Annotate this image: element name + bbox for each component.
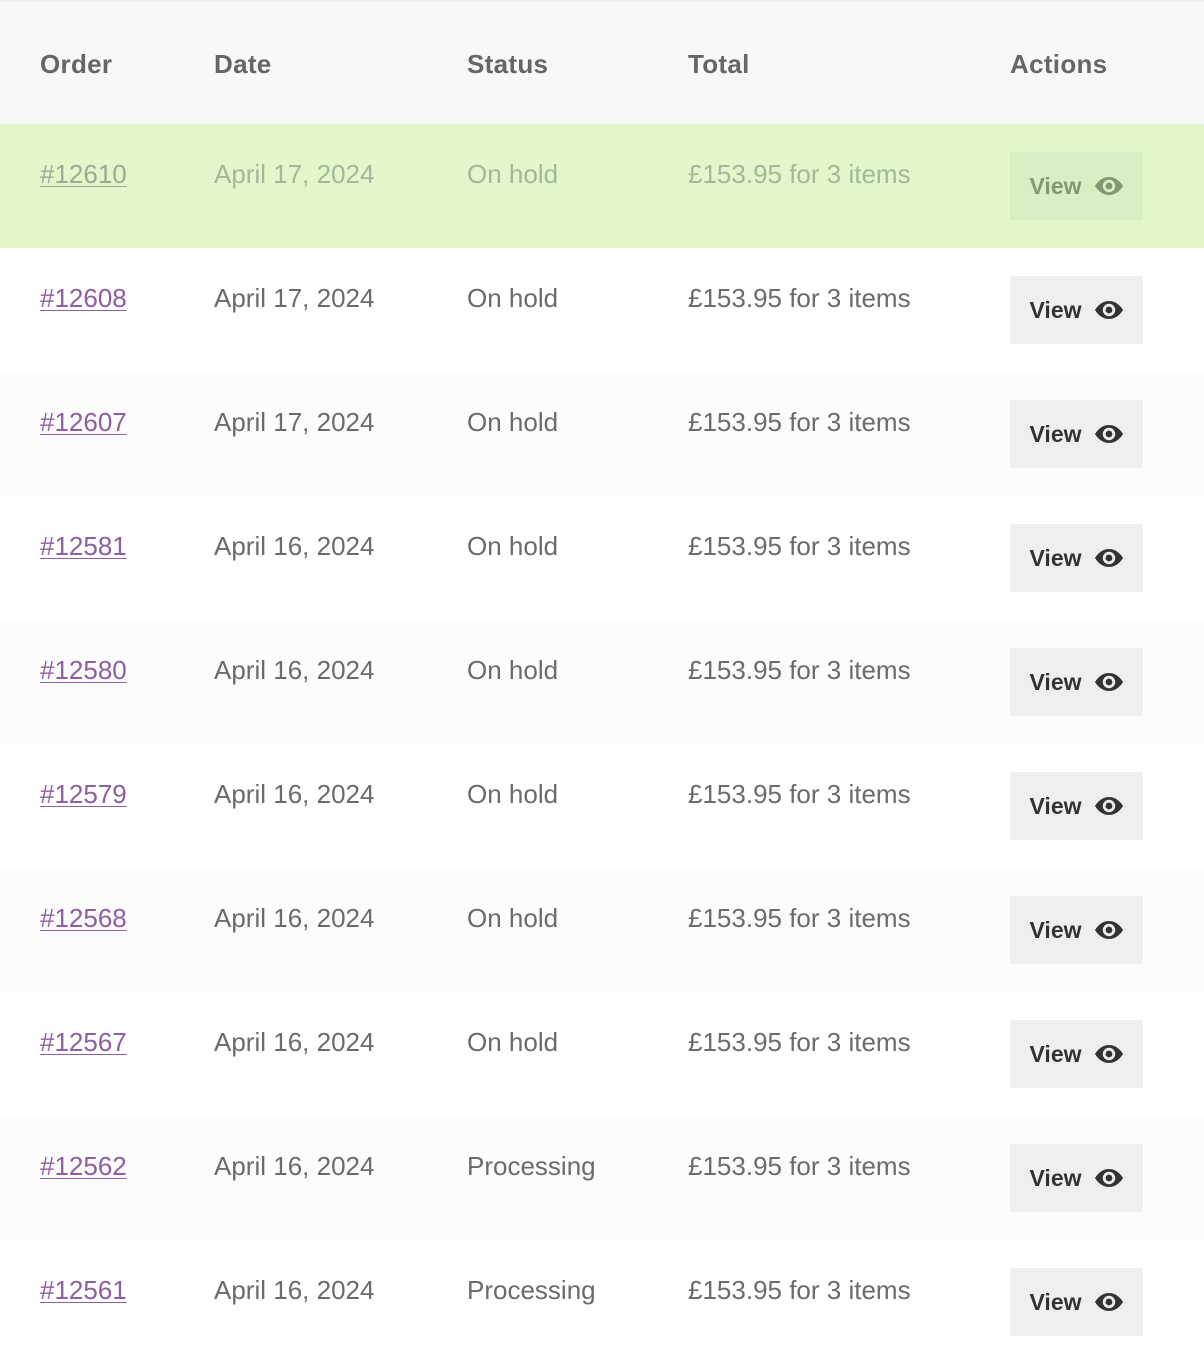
eye-icon bbox=[1094, 299, 1124, 321]
order-status: On hold bbox=[467, 283, 559, 313]
orders-table: Order Date Status Total Actions #12610 A… bbox=[0, 0, 1204, 1368]
order-total: £153.95 for 3 items bbox=[688, 407, 911, 437]
view-button-label: View bbox=[1029, 420, 1082, 447]
table-row: #12579 April 16, 2024 On hold £153.95 fo… bbox=[0, 744, 1204, 868]
header-status: Status bbox=[467, 49, 549, 79]
table-row: #12561 April 16, 2024 Processing £153.95… bbox=[0, 1240, 1204, 1364]
order-number-link[interactable]: #12568 bbox=[40, 903, 127, 934]
order-number-link[interactable]: #12608 bbox=[40, 283, 127, 314]
order-status: On hold bbox=[467, 779, 559, 809]
order-total: £153.95 for 3 items bbox=[688, 1027, 911, 1057]
header-order: Order bbox=[40, 49, 113, 79]
eye-icon bbox=[1094, 175, 1124, 197]
order-date: April 16, 2024 bbox=[214, 1151, 375, 1181]
view-button-label: View bbox=[1029, 792, 1082, 819]
order-date: April 16, 2024 bbox=[214, 1027, 375, 1057]
table-header: Order Date Status Total Actions bbox=[0, 0, 1204, 124]
table-row: #12607 April 17, 2024 On hold £153.95 fo… bbox=[0, 372, 1204, 496]
view-button-label: View bbox=[1029, 296, 1082, 323]
order-number-link[interactable]: #12561 bbox=[40, 1275, 127, 1306]
order-number-link[interactable]: #12581 bbox=[40, 531, 127, 562]
eye-icon bbox=[1094, 795, 1124, 817]
table-row: #12562 April 16, 2024 Processing £153.95… bbox=[0, 1116, 1204, 1240]
header-total: Total bbox=[688, 49, 750, 79]
order-date: April 16, 2024 bbox=[214, 1275, 375, 1305]
view-button-label: View bbox=[1029, 1288, 1082, 1315]
view-order-button[interactable]: View bbox=[1010, 152, 1143, 220]
order-total: £153.95 for 3 items bbox=[688, 531, 911, 561]
eye-icon bbox=[1094, 1043, 1124, 1065]
table-row: #12581 April 16, 2024 On hold £153.95 fo… bbox=[0, 496, 1204, 620]
eye-icon bbox=[1094, 423, 1124, 445]
order-status: Processing bbox=[467, 1275, 596, 1305]
table-row: #12568 April 16, 2024 On hold £153.95 fo… bbox=[0, 868, 1204, 992]
eye-icon bbox=[1094, 547, 1124, 569]
eye-icon bbox=[1094, 671, 1124, 693]
order-number-link[interactable]: #12610 bbox=[40, 159, 127, 190]
table-row: #12610 April 17, 2024 On hold £153.95 fo… bbox=[0, 124, 1204, 248]
view-order-button[interactable]: View bbox=[1010, 896, 1143, 964]
order-total: £153.95 for 3 items bbox=[688, 903, 911, 933]
view-order-button[interactable]: View bbox=[1010, 276, 1143, 344]
order-status: On hold bbox=[467, 903, 559, 933]
order-status: On hold bbox=[467, 655, 559, 685]
order-total: £153.95 for 3 items bbox=[688, 1275, 911, 1305]
view-button-label: View bbox=[1029, 544, 1082, 571]
order-number-link[interactable]: #12562 bbox=[40, 1151, 127, 1182]
view-order-button[interactable]: View bbox=[1010, 772, 1143, 840]
order-total: £153.95 for 3 items bbox=[688, 655, 911, 685]
eye-icon bbox=[1094, 919, 1124, 941]
order-total: £153.95 for 3 items bbox=[688, 779, 911, 809]
view-order-button[interactable]: View bbox=[1010, 524, 1143, 592]
table-row: #12580 April 16, 2024 On hold £153.95 fo… bbox=[0, 620, 1204, 744]
order-total: £153.95 for 3 items bbox=[688, 1151, 911, 1181]
view-order-button[interactable]: View bbox=[1010, 1020, 1143, 1088]
order-date: April 16, 2024 bbox=[214, 655, 375, 685]
header-date: Date bbox=[214, 49, 272, 79]
table-row: #12608 April 17, 2024 On hold £153.95 fo… bbox=[0, 248, 1204, 372]
order-status: On hold bbox=[467, 1027, 559, 1057]
order-status: On hold bbox=[467, 407, 559, 437]
order-date: April 17, 2024 bbox=[214, 159, 375, 189]
view-button-label: View bbox=[1029, 668, 1082, 695]
order-number-link[interactable]: #12567 bbox=[40, 1027, 127, 1058]
order-total: £153.95 for 3 items bbox=[688, 159, 911, 189]
view-button-label: View bbox=[1029, 1164, 1082, 1191]
order-status: Processing bbox=[467, 1151, 596, 1181]
order-date: April 16, 2024 bbox=[214, 779, 375, 809]
view-order-button[interactable]: View bbox=[1010, 648, 1143, 716]
order-date: April 17, 2024 bbox=[214, 283, 375, 313]
table-row: #12567 April 16, 2024 On hold £153.95 fo… bbox=[0, 992, 1204, 1116]
order-number-link[interactable]: #12580 bbox=[40, 655, 127, 686]
order-status: On hold bbox=[467, 531, 559, 561]
header-actions: Actions bbox=[1010, 49, 1108, 79]
order-date: April 16, 2024 bbox=[214, 903, 375, 933]
order-total: £153.95 for 3 items bbox=[688, 283, 911, 313]
view-order-button[interactable]: View bbox=[1010, 1144, 1143, 1212]
order-status: On hold bbox=[467, 159, 559, 189]
eye-icon bbox=[1094, 1291, 1124, 1313]
order-number-link[interactable]: #12579 bbox=[40, 779, 127, 810]
view-order-button[interactable]: View bbox=[1010, 400, 1143, 468]
order-date: April 16, 2024 bbox=[214, 531, 375, 561]
order-number-link[interactable]: #12607 bbox=[40, 407, 127, 438]
view-button-label: View bbox=[1029, 172, 1082, 199]
view-button-label: View bbox=[1029, 1040, 1082, 1067]
eye-icon bbox=[1094, 1167, 1124, 1189]
order-date: April 17, 2024 bbox=[214, 407, 375, 437]
view-order-button[interactable]: View bbox=[1010, 1268, 1143, 1336]
view-button-label: View bbox=[1029, 916, 1082, 943]
